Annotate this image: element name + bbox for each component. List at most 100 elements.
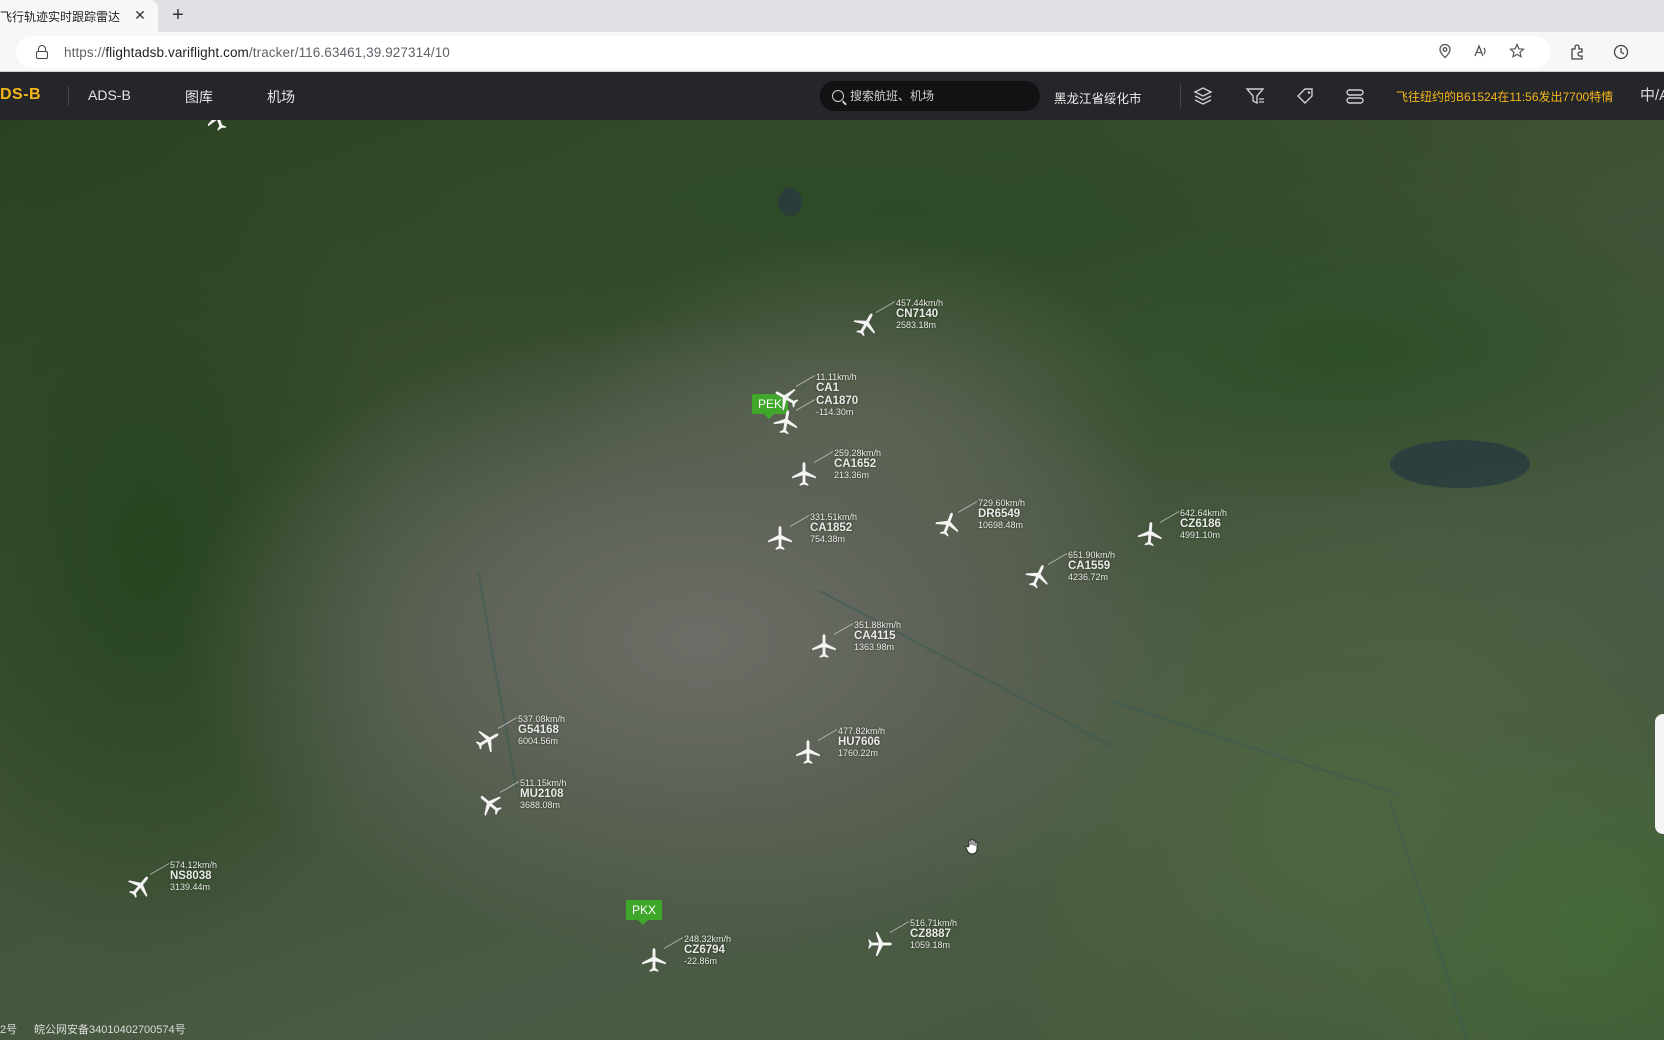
site-logo[interactable]: DS-B [0,86,41,104]
label-leader-line [663,937,684,949]
hand-cursor-icon [965,838,978,855]
search-input[interactable] [850,89,1030,103]
flight-label[interactable]: 537.08km/h G54168 6004.56m [518,714,565,747]
flight-label[interactable]: 574.12km/h NS8038 3139.44m [170,860,217,893]
tab-title: 飞行轨迹实时跟踪雷达 [0,9,121,24]
label-leader-line [795,375,816,387]
address-bar: https://flightadsb.variflight.com/tracke… [0,32,1664,72]
flight-label[interactable]: 259.28km/h CA1652 213.36m [834,448,881,481]
footer-left-text: 2号 [0,1024,18,1036]
current-location[interactable]: 黑龙江省绥化市 [1054,88,1142,107]
flight-label[interactable]: 351.88km/h CA4115 1363.98m [854,620,901,653]
icp-beian-link[interactable]: 皖公网安备34010402700574号 [34,1021,186,1037]
flight-altitude: 1363.98m [854,642,895,652]
flight-callsign: CZ6794 [684,944,725,956]
label-leader-line [957,501,978,513]
flight-altitude: 2583.18m [896,320,937,330]
label-leader-line [889,921,910,933]
side-panel-handle[interactable] [1655,714,1664,834]
label-leader-line [497,717,518,729]
label-leader-line [875,301,896,313]
flight-altitude: 10698.48m [978,520,1024,530]
airplane-icon[interactable] [200,120,236,136]
flight-altitude: 4991.10m [1180,530,1221,540]
flight-callsign: HU7606 [838,736,881,748]
label-leader-line [813,451,834,463]
flight-altitude: 754.38m [810,534,846,544]
satellite-map[interactable]: PEK PKX 11308.08m 457.44km/hCN71402583.1… [0,120,1664,1040]
airplane-icon[interactable] [810,632,838,660]
flight-label[interactable]: 331.51km/h CA1852 754.38m [810,512,857,545]
flight-label[interactable]: 642.64km/h CZ6186 4991.10m [1180,508,1227,541]
flight-callsign: CA4115 [854,630,896,642]
airplane-icon[interactable] [1135,519,1165,549]
airplane-icon[interactable] [790,460,818,488]
flight-callsign: CN7140 [896,308,939,320]
flight-label[interactable]: 516.71km/h CZ8887 1059.18m [910,918,957,951]
airplane-icon[interactable] [866,930,894,958]
label-leader-line [1159,511,1180,523]
nav-link-adsb[interactable]: ADS-B [88,87,131,103]
url-prefix: https:// [64,44,106,60]
flight-label[interactable]: CA1870 -114.30m [816,395,858,418]
flight-callsign: CA1852 [810,522,853,534]
language-switch-icon[interactable]: 中/A [1640,84,1664,105]
nav-link-gallery[interactable]: 图库 [185,87,213,107]
search-box[interactable] [820,81,1040,111]
extensions-icon[interactable] [1568,43,1586,61]
layers-icon[interactable] [1192,85,1214,107]
flight-callsign: DR6549 [978,508,1021,520]
airport-tag-pkx[interactable]: PKX [626,900,663,925]
flight-callsign: CA1 [816,382,840,394]
filter-icon[interactable] [1244,85,1266,107]
browser-tab[interactable]: 飞行轨迹实时跟踪雷达 ✕ [0,0,158,32]
flight-altitude: -114.30m [816,407,854,417]
new-tab-button[interactable]: + [168,5,188,25]
tag-icon[interactable] [1294,85,1316,107]
read-aloud-icon[interactable] [1472,43,1490,61]
flight-altitude: -22.86m [684,956,718,966]
airplane-icon[interactable] [640,946,668,974]
history-icon[interactable] [1612,43,1630,61]
flight-label[interactable]: 457.44km/h CN7140 2583.18m [896,298,943,331]
url-text[interactable]: https://flightadsb.variflight.com/tracke… [64,45,450,60]
flight-callsign: CZ8887 [910,928,951,940]
favorite-star-icon[interactable] [1508,43,1526,61]
flight-callsign: CA1652 [834,458,877,470]
flight-label[interactable]: 477.82km/h HU7606 1760.22m [838,726,885,759]
label-leader-line [1047,553,1068,565]
flight-label[interactable]: 729.60km/h DR6549 10698.48m [978,498,1025,531]
flight-callsign: CZ6186 [1180,518,1221,530]
airplane-icon[interactable] [794,738,822,766]
flight-label[interactable]: 11.11km/h CA1 [816,372,857,394]
nav-link-airports[interactable]: 机场 [267,87,295,107]
flight-label[interactable]: 651.90km/h CA1559 4236.72m [1068,550,1115,583]
river [1389,800,1472,1040]
site-navbar: DS-B ADS-B 图库 机场 黑龙江省绥化市 飞往纽约的B61524在11:… [0,72,1664,120]
river [1109,700,1396,795]
flight-label[interactable]: 511.15km/h MU2108 3688.08m [520,778,566,811]
airplane-icon[interactable] [766,524,794,552]
label-leader-line [817,729,838,741]
flight-altitude: 3139.44m [170,882,211,892]
flight-callsign: CA1559 [1068,560,1111,572]
label-leader-line [149,863,170,875]
flight-callsign: NS8038 [170,870,212,882]
location-pin-icon[interactable] [1436,43,1454,61]
flight-label[interactable]: 248.32km/h CZ6794 -22.86m [684,934,731,967]
airplane-icon[interactable] [770,406,802,438]
flight-altitude: 6004.56m [518,736,559,746]
route-icon[interactable] [1344,85,1366,107]
footer: 2号 皖公网安备34010402700574号 [0,1021,186,1037]
url-host: flightadsb.variflight.com [105,44,249,60]
browser-tab-bar: 飞行轨迹实时跟踪雷达 ✕ + [0,0,1664,32]
lock-icon[interactable] [36,45,48,59]
url-path: /tracker/116.63461,39.927314/10 [248,44,450,60]
emergency-alert-ticker[interactable]: 飞往纽约的B61524在11:56发出7700特情 [1396,88,1613,105]
tool-divider [1180,84,1181,108]
close-tab-icon[interactable]: ✕ [132,7,148,23]
url-field[interactable]: https://flightadsb.variflight.com/tracke… [16,36,1550,68]
flight-altitude: 3688.08m [520,800,561,810]
lake [1390,440,1530,488]
search-icon [832,90,844,102]
